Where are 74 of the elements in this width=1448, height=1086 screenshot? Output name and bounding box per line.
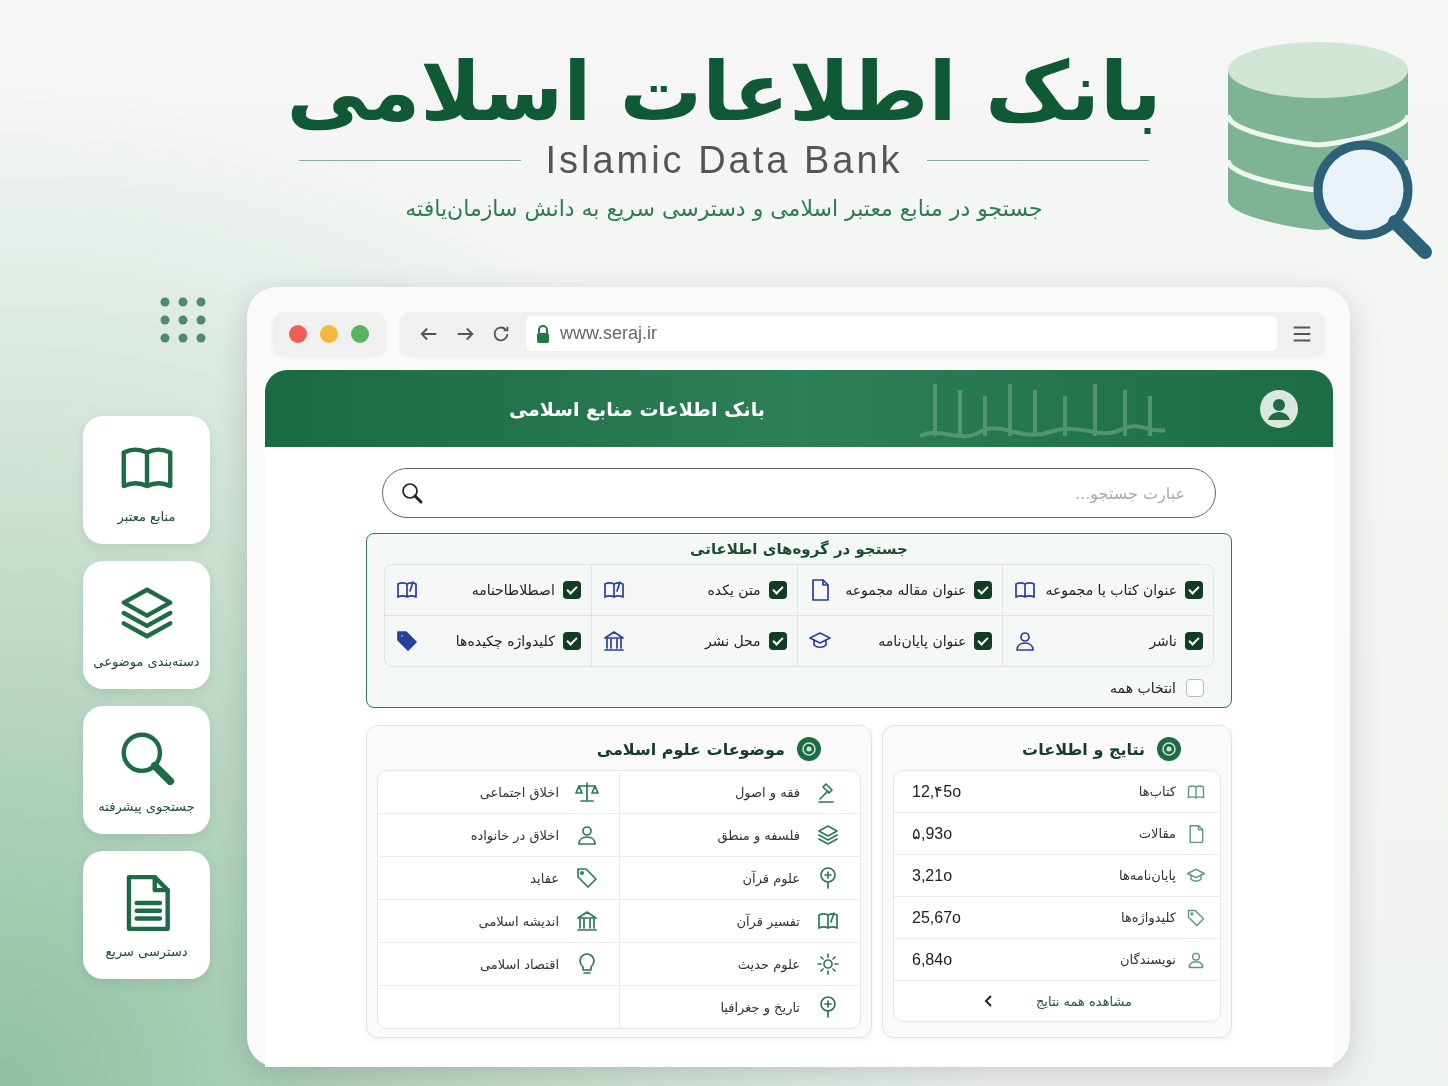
topic-item[interactable]: اقتصاد اسلامی (378, 943, 619, 986)
sun-icon (816, 952, 840, 976)
topic-item[interactable]: فقه و اصول (619, 771, 860, 814)
topic-item[interactable]: علوم قرآن (619, 857, 860, 900)
stat-value: 25,67o (912, 908, 961, 927)
option-label: ناشر (1148, 633, 1177, 649)
stat-label: مقالات (1137, 826, 1176, 841)
feature-label: منابع معتبر (117, 508, 176, 524)
stat-value: ۵,93o (912, 824, 953, 843)
building-icon (575, 909, 599, 933)
checkbox[interactable] (562, 581, 581, 599)
topic-item[interactable]: اخلاق در خانواده (378, 814, 619, 857)
stat-label: نویسندگان (1119, 952, 1176, 967)
close-icon[interactable] (289, 324, 307, 343)
user-avatar-icon[interactable] (1260, 389, 1298, 428)
feature-card[interactable]: دسترسی سریع (83, 851, 210, 979)
topic-item[interactable]: عقاید (378, 857, 619, 900)
page-icon (1186, 823, 1206, 844)
option-label: انتخاب همه (1109, 680, 1176, 696)
search-field[interactable]: عبارت جستجو... (382, 468, 1216, 518)
stat-label: کتاب‌ها (1137, 784, 1176, 799)
topic-item[interactable]: علوم حدیث (619, 943, 860, 986)
option-label: محل نشر (703, 633, 761, 649)
address-bar[interactable]: www.seraj.ir (526, 316, 1277, 351)
option-label: عنوان پایان‌نامه (877, 633, 967, 649)
panel-title: نتایج و اطلاعات (1022, 739, 1145, 759)
panel-title: موضوعات علوم اسلامی (596, 739, 785, 759)
feature-label: دسترسی سریع (105, 943, 188, 959)
scale-icon (575, 780, 599, 804)
tag-icon (575, 866, 599, 890)
site-title: بانک اطلاعات منابع اسلامی (508, 397, 765, 420)
tag-icon (395, 629, 419, 653)
checkbox[interactable] (768, 581, 787, 599)
stat-label: پایان‌نامه‌ها (1117, 868, 1176, 883)
topic-item[interactable]: اخلاق اجتماعی (378, 771, 619, 814)
dot-grid-drawing (160, 297, 206, 343)
stat-value: 3,21o (912, 866, 953, 885)
option-label: کلیدواژه چکیده‌ها (454, 633, 555, 649)
topic-item[interactable]: فلسفه و منطق (619, 814, 860, 857)
feature-label: دسته‌بندی موضوعی (93, 653, 200, 669)
subtitle: Islamic Data Bank (545, 139, 903, 183)
stat-value: 12,۴5o (912, 782, 962, 801)
emblem-icon (1157, 737, 1181, 761)
tagline: جستجو در منابع معتبر اسلامی و دسترسی سریع به دانش سازمان‌یافته (405, 196, 1043, 222)
building-icon (601, 629, 626, 653)
feature-card[interactable]: جستجوی پیشرفته (83, 706, 210, 834)
feature-card[interactable]: دسته‌بندی موضوعی (83, 561, 210, 689)
view-all-link[interactable]: مشاهده همه نتایج (1035, 993, 1133, 1009)
panel-title: جستجو در گروه‌های اطلاعاتی (689, 540, 909, 558)
checkbox[interactable] (974, 632, 993, 650)
search-icon (400, 481, 424, 505)
stat-label: کلیدواژه‌ها (1119, 910, 1176, 925)
tag-icon (1186, 907, 1206, 928)
checkbox[interactable] (768, 632, 787, 650)
topic-item[interactable]: تفسیر قرآن (619, 900, 860, 943)
stat-value: 6,84o (912, 950, 953, 969)
person-icon (575, 823, 599, 847)
option-label: عنوان مقاله مجموعه (844, 582, 967, 598)
feature-card[interactable]: منابع معتبر (83, 416, 210, 544)
option-label: عنوان کتاب یا مجموعه (1045, 582, 1177, 598)
topic-item[interactable]: اندیشه اسلامی (378, 900, 619, 943)
emblem-icon (797, 737, 821, 761)
checkbox[interactable] (974, 581, 993, 599)
option-label: متن یکده (706, 582, 761, 598)
topic-item[interactable]: تاریخ و جغرافیا (619, 986, 860, 1028)
option-label: اصطلاطاحنامه (470, 582, 555, 598)
checkbox[interactable] (562, 632, 581, 650)
page-title: بانک اطلاعات اسلامی (286, 45, 1162, 140)
checkbox[interactable] (1186, 679, 1204, 697)
lock-icon (536, 324, 550, 343)
checkbox[interactable] (1185, 581, 1203, 599)
layers-icon (816, 823, 840, 847)
feature-label: جستجوی پیشرفته (98, 798, 195, 814)
checkbox[interactable] (1185, 632, 1203, 650)
